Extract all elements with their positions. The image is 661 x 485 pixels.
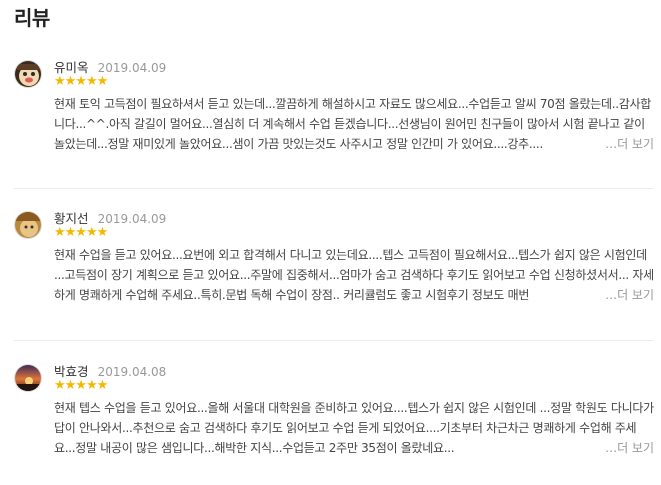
more-link[interactable]: …더 보기 <box>575 438 654 458</box>
review-body: 현재 텝스 수업을 듣고 있어요...올해 서울대 대학원을 준비하고 있어요.… <box>54 401 654 455</box>
divider <box>14 340 654 341</box>
review-item: 박효경 2019.04.08 ★★★★★ 현재 텝스 수업을 듣고 있어요...… <box>14 364 654 458</box>
review-date: 2019.04.09 <box>97 212 167 226</box>
review-body: 현재 수업을 듣고 있어요...요번에 외고 합격해서 다니고 있는데요....… <box>54 248 654 302</box>
star-rating: ★★★★★ <box>54 378 108 393</box>
review-author: 유미옥 <box>54 60 89 75</box>
section-title: 리뷰 <box>14 6 50 30</box>
avatar <box>14 364 42 392</box>
review-body: 현재 토익 고득점이 필요하셔서 듣고 있는데...깔끔하게 해설하시고 자료도… <box>54 97 651 151</box>
review-date: 2019.04.09 <box>97 61 167 75</box>
divider <box>14 188 654 189</box>
review-item: 황지선 2019.04.09 ★★★★★ 현재 수업을 듣고 있어요...요번에… <box>14 211 654 305</box>
avatar <box>14 60 42 88</box>
avatar <box>14 211 42 239</box>
review-author: 박효경 <box>54 364 89 379</box>
more-link[interactable]: …더 보기 <box>575 134 654 154</box>
more-link[interactable]: …더 보기 <box>575 285 654 305</box>
review-date: 2019.04.08 <box>97 365 167 379</box>
star-rating: ★★★★★ <box>54 74 108 89</box>
star-rating: ★★★★★ <box>54 225 108 240</box>
review-item: 유미옥 2019.04.09 ★★★★★ 현재 토익 고득점이 필요하셔서 듣고… <box>14 60 654 154</box>
review-author: 황지선 <box>54 211 89 226</box>
